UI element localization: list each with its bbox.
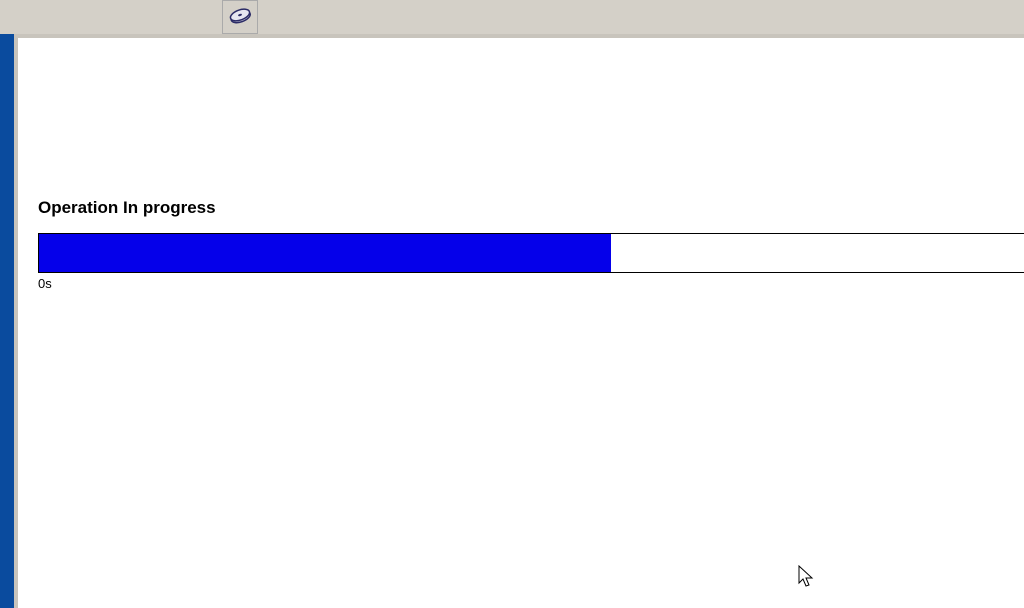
progress-window: Operation In progress 0s <box>14 34 1024 608</box>
window-content: Operation In progress 0s <box>18 38 1024 608</box>
disk-icon <box>227 2 253 33</box>
toolbar-strip <box>0 0 1024 34</box>
progress-bar-fill <box>39 234 611 272</box>
progress-time-label: 0s <box>38 276 52 291</box>
toolbar-disk-button[interactable] <box>222 0 258 34</box>
progress-title: Operation In progress <box>38 198 216 218</box>
progress-bar <box>38 233 1024 273</box>
